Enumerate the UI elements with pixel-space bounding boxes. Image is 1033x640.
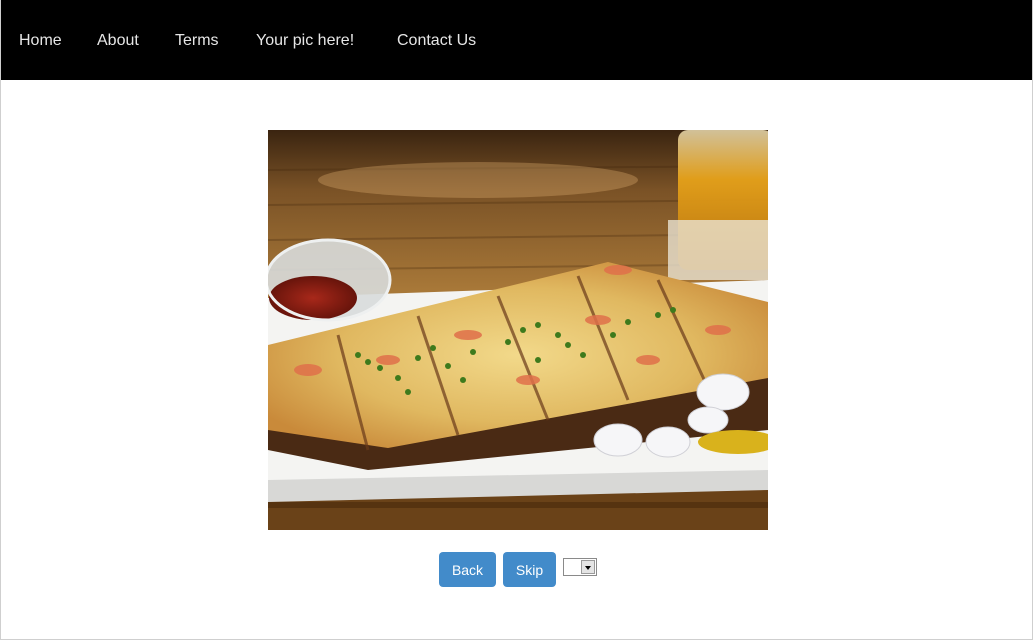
photo-controls: Back Skip: [1, 552, 1032, 588]
food-photo: [268, 130, 768, 530]
nav-about-link[interactable]: About: [97, 32, 139, 50]
skip-button[interactable]: Skip: [503, 552, 556, 587]
top-navbar: Home About Terms Your pic here! Contact …: [1, 0, 1032, 80]
nav-home-link[interactable]: Home: [19, 32, 62, 50]
options-select[interactable]: [563, 558, 597, 576]
chevron-down-icon[interactable]: [581, 560, 595, 574]
food-photo-illustration: [268, 130, 768, 530]
nav-terms-link[interactable]: Terms: [175, 32, 219, 50]
back-button[interactable]: Back: [439, 552, 496, 587]
nav-your-pic-link[interactable]: Your pic here!: [256, 32, 354, 50]
nav-contact-link[interactable]: Contact Us: [397, 32, 476, 50]
